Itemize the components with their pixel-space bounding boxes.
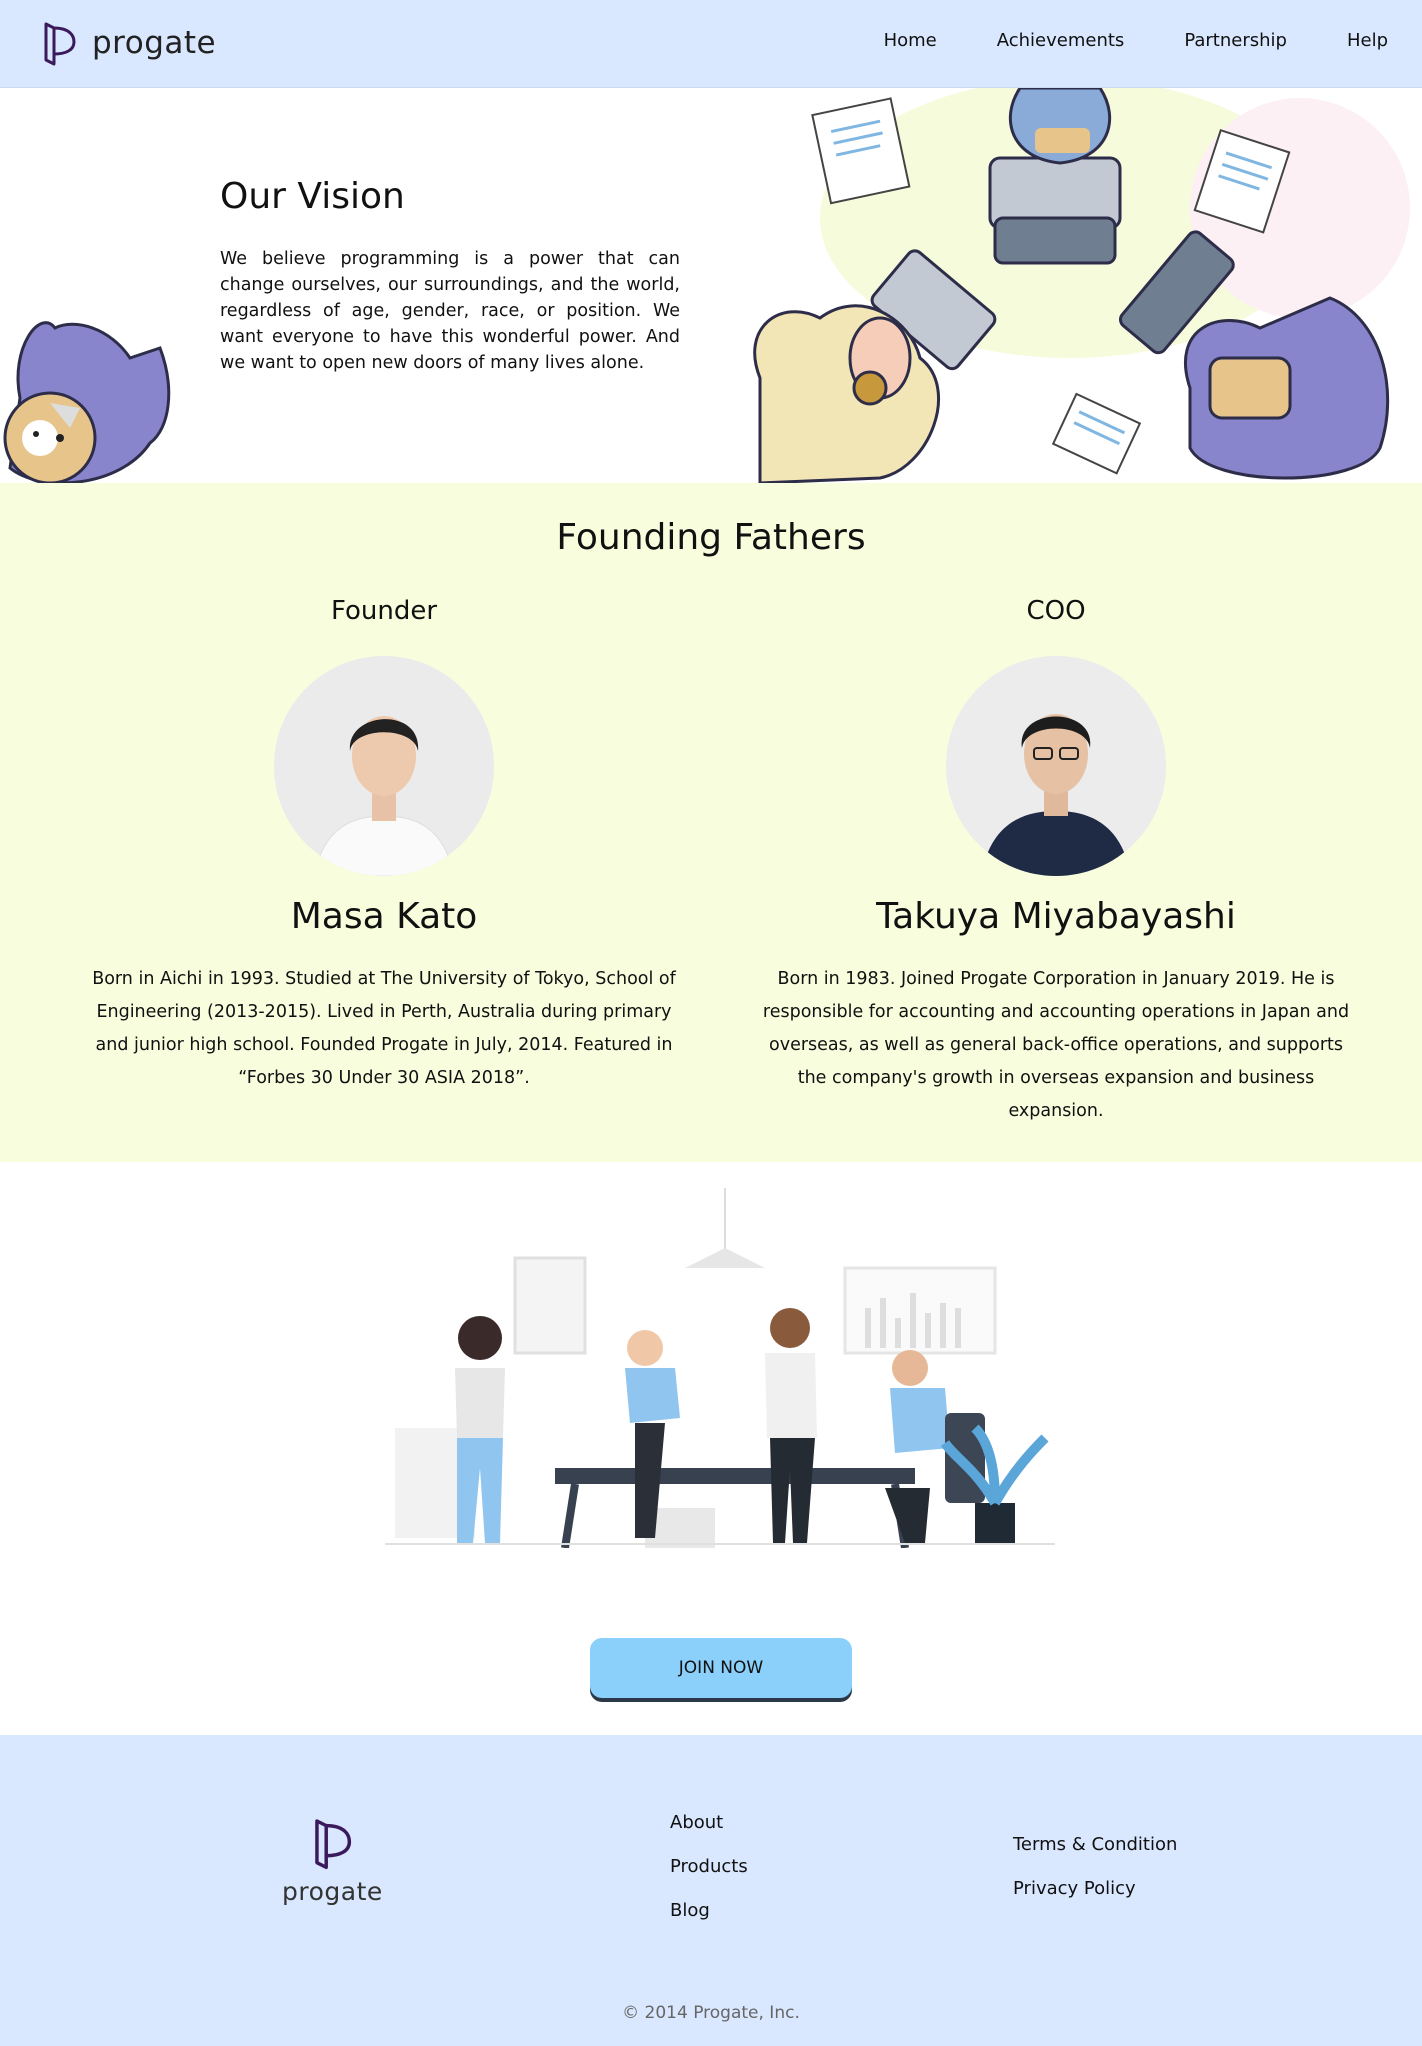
founder-photo <box>274 656 494 876</box>
vision-title: Our Vision <box>220 176 405 217</box>
nav-link-partnership[interactable]: Partnership <box>1184 30 1287 51</box>
brand-logo[interactable]: progate <box>40 20 216 66</box>
nav-links: Home Achievements Partnership Help <box>884 30 1388 51</box>
footer-link-blog[interactable]: Blog <box>670 1899 748 1923</box>
person-bio: Born in 1983. Joined Progate Corporation… <box>762 969 1350 1121</box>
copyright: © 2014 Progate, Inc. <box>622 2003 800 2023</box>
person-role: COO <box>1026 596 1086 626</box>
coo-photo <box>946 656 1166 876</box>
founding-fathers-section: Founding Fathers Founder Masa Kato Born … <box>0 483 1422 1162</box>
progate-logo-icon <box>315 1819 352 1870</box>
footer-links-legal: Terms & Condition Privacy Policy <box>1013 1833 1177 1921</box>
footer-link-terms[interactable]: Terms & Condition <box>1013 1833 1177 1857</box>
footer-links-primary: About Products Blog <box>670 1811 748 1943</box>
join-section: JOIN NOW <box>0 1162 1422 1735</box>
footer-logo[interactable]: progate <box>282 1815 382 1906</box>
brand-name: progate <box>92 25 217 61</box>
person-photo-illustration <box>274 656 494 876</box>
footer-link-products[interactable]: Products <box>670 1855 748 1879</box>
nav-link-home[interactable]: Home <box>884 30 937 51</box>
ninja-mascot-illustration <box>3 321 171 483</box>
ninjas-with-laptops-illustration <box>753 88 1410 483</box>
footer-link-privacy[interactable]: Privacy Policy <box>1013 1877 1177 1901</box>
person-bio: Born in Aichi in 1993. Studied at The Un… <box>92 969 676 1088</box>
nav-link-help[interactable]: Help <box>1347 30 1388 51</box>
founders-title: Founding Fathers <box>556 517 866 558</box>
vision-section: Our Vision We believe programming is a p… <box>0 88 1422 483</box>
progate-logo-icon <box>44 22 76 66</box>
footer-brand-name: progate <box>282 1877 383 1906</box>
nav-link-achievements[interactable]: Achievements <box>997 30 1125 51</box>
footer-link-about[interactable]: About <box>670 1811 748 1835</box>
join-now-button[interactable]: JOIN NOW <box>590 1638 852 1698</box>
top-navbar: progate Home Achievements Partnership He… <box>0 0 1422 88</box>
team-meeting-illustration <box>385 1188 1055 1548</box>
person-name: Masa Kato <box>290 896 478 937</box>
vision-text: We believe programming is a power that c… <box>220 249 680 373</box>
footer: progate About Products Blog Terms & Cond… <box>0 1735 1422 2046</box>
person-photo-illustration <box>946 656 1166 876</box>
person-name: Takuya Miyabayashi <box>876 896 1236 937</box>
person-role: Founder <box>330 596 438 626</box>
